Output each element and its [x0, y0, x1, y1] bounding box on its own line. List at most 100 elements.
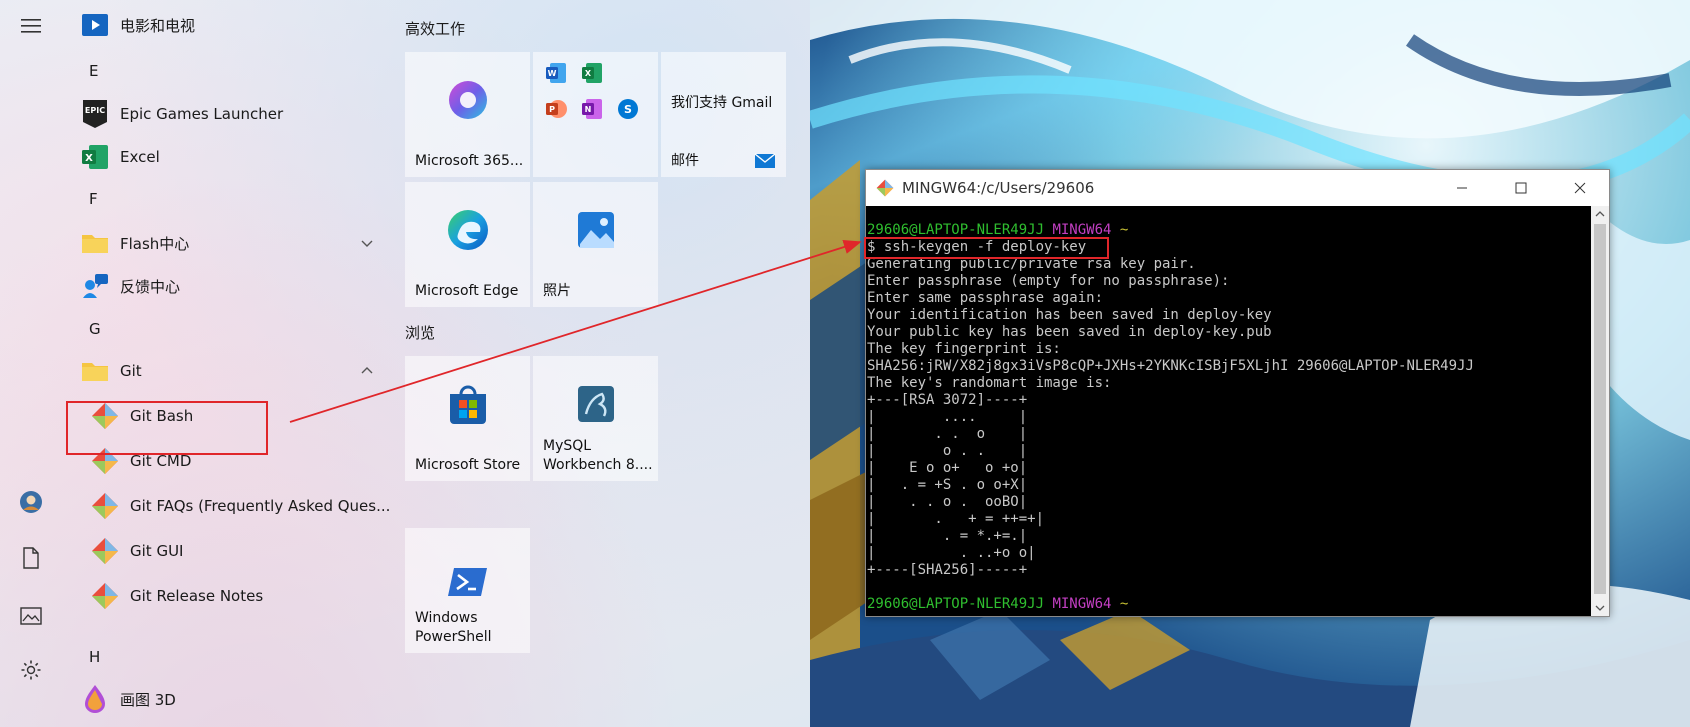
- app-label: Git Release Notes: [130, 587, 264, 605]
- paint-3d-icon: [80, 684, 110, 714]
- prompt-user: 29606@LAPTOP-NLER49JJ: [867, 596, 1045, 612]
- mysql-workbench-icon: [576, 384, 616, 428]
- tile-label: Microsoft Store: [415, 457, 521, 473]
- terminal-scrollbar[interactable]: [1591, 206, 1609, 616]
- minimize-icon: [1457, 187, 1467, 189]
- documents-icon[interactable]: [15, 542, 47, 574]
- svg-text:W: W: [548, 69, 557, 78]
- terminal-output[interactable]: 29606@LAPTOP-NLER49JJ MINGW64 ~ $ ssh-key…: [866, 206, 1591, 616]
- tiles-area: 高效工作 Microsoft 365... W X P N S 我们支持 Gma…: [405, 0, 805, 727]
- prompt-path: ~: [1119, 222, 1129, 238]
- tile-photos[interactable]: 照片: [533, 182, 658, 307]
- letter-header-e[interactable]: E: [89, 62, 98, 80]
- app-label: Git: [120, 362, 142, 380]
- app-label: Git GUI: [130, 542, 184, 560]
- randomart-line: | . . o . ooBO|: [867, 494, 1028, 510]
- app-epic-games[interactable]: EPIC Epic Games Launcher: [62, 94, 392, 134]
- app-git-gui[interactable]: Git GUI: [62, 531, 392, 571]
- prompt-env: MINGW64: [1052, 596, 1112, 612]
- tile-label: 邮件: [671, 153, 699, 169]
- photos-icon: [576, 210, 616, 254]
- app-movies-tv[interactable]: 电影和电视: [62, 5, 392, 45]
- minimize-button[interactable]: [1433, 170, 1491, 206]
- output-line: Your identification has been saved in de…: [867, 307, 1272, 323]
- group-title-browse[interactable]: 浏览: [405, 322, 435, 343]
- app-label: Flash中心: [120, 234, 190, 253]
- folder-flash[interactable]: Flash中心: [62, 223, 392, 263]
- chevron-up-icon[interactable]: [360, 364, 374, 378]
- powerpoint-icon[interactable]: P: [545, 98, 567, 120]
- movies-tv-icon: [80, 10, 110, 40]
- scroll-down-icon[interactable]: [1595, 604, 1605, 612]
- user-avatar-icon[interactable]: [15, 486, 47, 518]
- app-label: Git FAQs (Frequently Asked Ques...: [130, 497, 391, 515]
- app-git-release-notes[interactable]: Git Release Notes: [62, 576, 392, 616]
- close-button[interactable]: [1551, 170, 1609, 206]
- letter-header-h[interactable]: H: [89, 648, 100, 666]
- folder-git[interactable]: Git: [62, 351, 392, 391]
- randomart-line: +---[RSA 3072]----+: [867, 392, 1028, 408]
- svg-text:N: N: [585, 105, 592, 114]
- close-icon: [1574, 182, 1586, 194]
- prompt-user: 29606@LAPTOP-NLER49JJ: [867, 222, 1045, 238]
- git-icon: [90, 581, 120, 611]
- tile-windows-powershell[interactable]: Windows PowerShell: [405, 528, 530, 653]
- hamburger-menu-icon[interactable]: [15, 10, 47, 42]
- scroll-up-icon[interactable]: [1595, 210, 1605, 218]
- word-icon[interactable]: W: [545, 62, 567, 84]
- randomart-line: | . = +S . o o+X|: [867, 477, 1028, 493]
- pictures-icon[interactable]: [15, 600, 47, 632]
- letter-header-f[interactable]: F: [89, 190, 98, 208]
- tile-label: Microsoft Edge: [415, 283, 519, 299]
- svg-text:X: X: [85, 153, 93, 164]
- terminal-titlebar[interactable]: MINGW64:/c/Users/29606: [866, 170, 1609, 206]
- tile-microsoft-store[interactable]: Microsoft Store: [405, 356, 530, 481]
- prompt-env: MINGW64: [1052, 222, 1112, 238]
- svg-text:EPIC: EPIC: [85, 106, 105, 115]
- folder-icon: [80, 356, 110, 386]
- onenote-icon[interactable]: N: [581, 98, 603, 120]
- tile-office-apps[interactable]: W X P N S: [533, 52, 658, 177]
- output-line: The key's randomart image is:: [867, 375, 1112, 391]
- app-label: 画图 3D: [120, 690, 176, 709]
- tile-mail[interactable]: 我们支持 Gmail 邮件: [661, 52, 786, 177]
- letter-header-g[interactable]: G: [89, 320, 101, 338]
- randomart-line: | E o o+ o +o|: [867, 460, 1028, 476]
- app-label: 反馈中心: [120, 277, 181, 296]
- tile-microsoft-365[interactable]: Microsoft 365...: [405, 52, 530, 177]
- app-excel[interactable]: X Excel: [62, 137, 392, 177]
- output-line: The key fingerprint is:: [867, 341, 1061, 357]
- settings-icon[interactable]: [15, 654, 47, 686]
- randomart-line: +----[SHA256]-----+: [867, 562, 1028, 578]
- output-line: Enter same passphrase again:: [867, 290, 1104, 306]
- tile-mysql-workbench[interactable]: MySQL Workbench 8....: [533, 356, 658, 481]
- randomart-line: | . ..+o o|: [867, 545, 1036, 561]
- app-feedback-hub[interactable]: 反馈中心: [62, 266, 392, 306]
- scrollbar-thumb[interactable]: [1594, 224, 1606, 594]
- chevron-down-icon[interactable]: [360, 236, 374, 250]
- edge-icon: [446, 208, 490, 256]
- tile-label: Windows PowerShell: [415, 610, 492, 645]
- app-label: Epic Games Launcher: [120, 105, 284, 123]
- command-highlight-box: [864, 237, 1109, 259]
- epic-games-icon: EPIC: [80, 99, 110, 129]
- output-line: SHA256:jRW/X82j8gx3iVsP8cQP+JXHs+2YKNKcI…: [867, 358, 1474, 374]
- powershell-icon: [447, 566, 488, 602]
- output-line: Enter passphrase (empty for no passphras…: [867, 273, 1230, 289]
- tile-microsoft-edge[interactable]: Microsoft Edge: [405, 182, 530, 307]
- mail-tile-text: 我们支持 Gmail: [671, 95, 773, 111]
- app-paint-3d[interactable]: 画图 3D: [62, 679, 392, 719]
- randomart-line: | o . . |: [867, 443, 1028, 459]
- store-icon: [446, 382, 490, 430]
- svg-text:X: X: [585, 69, 592, 78]
- app-git-faqs[interactable]: Git FAQs (Frequently Asked Ques...: [62, 486, 392, 526]
- app-label: 电影和电视: [120, 16, 196, 35]
- group-title-productivity[interactable]: 高效工作: [405, 18, 465, 39]
- excel-icon[interactable]: X: [581, 62, 603, 84]
- excel-icon: X: [80, 142, 110, 172]
- skype-icon[interactable]: S: [617, 98, 639, 120]
- maximize-button[interactable]: [1492, 170, 1550, 206]
- git-icon: [876, 179, 894, 197]
- start-rail: [0, 0, 62, 727]
